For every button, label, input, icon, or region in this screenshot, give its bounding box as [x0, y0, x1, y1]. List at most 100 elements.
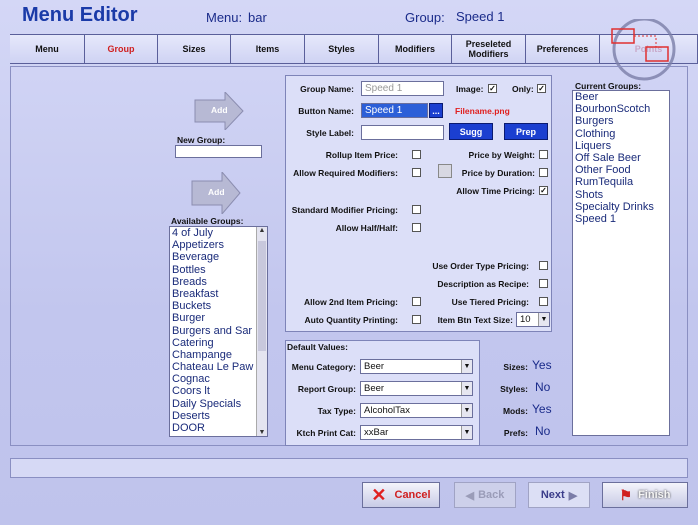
description-as-recipe-checkbox[interactable]	[539, 279, 548, 288]
available-groups-list[interactable]: 4 of July Appetizers Beverage Bottles Breads…	[169, 226, 268, 437]
tab-preseleted-modifiers[interactable]: Preseleted Modifiers	[452, 35, 526, 63]
list-item[interactable]: Burgers and Sar	[170, 325, 267, 337]
mods-value: Yes	[532, 402, 552, 416]
finish-label: Finish	[638, 489, 671, 501]
next-button[interactable]: Next ▶	[528, 482, 590, 508]
list-item[interactable]: Appetizers	[170, 239, 267, 251]
price-by-duration-label: Price by Duration:	[461, 168, 535, 178]
image-label: Image:	[456, 84, 484, 94]
menu-category-value: Beer	[364, 361, 385, 372]
item-btn-text-size-select[interactable]: 10 ▼	[516, 312, 550, 327]
sugg-button[interactable]: Sugg	[449, 123, 493, 140]
add-label-2: Add	[208, 187, 225, 197]
scroll-down-icon[interactable]: ▼	[257, 429, 267, 436]
list-item[interactable]: Burger	[170, 312, 267, 324]
chevron-down-icon: ▼	[461, 360, 472, 373]
arrow-right-icon: ▶	[568, 489, 578, 502]
scroll-up-icon[interactable]: ▲	[257, 227, 267, 234]
tab-group[interactable]: Group	[85, 35, 158, 63]
list-item[interactable]: Cognac	[170, 373, 267, 385]
button-name-input[interactable]: Speed 1	[361, 103, 428, 118]
item-btn-text-size-label: Item Btn Text Size:	[437, 315, 513, 325]
chevron-down-icon: ▼	[461, 426, 472, 439]
allow-required-modifiers-label: Allow Required Modifiers:	[293, 168, 398, 178]
prefs-label: Prefs:	[503, 428, 528, 438]
tab-menu[interactable]: Menu	[10, 35, 85, 63]
tab-styles[interactable]: Styles	[305, 35, 379, 63]
image-checkbox[interactable]: ✓	[488, 84, 497, 93]
sizes-value: Yes	[532, 358, 552, 372]
list-item[interactable]: Off Sale Beer	[573, 152, 669, 164]
description-as-recipe-label: Description as Recipe:	[437, 279, 529, 289]
add-group-button[interactable]: Add	[193, 90, 245, 135]
use-tiered-pricing-checkbox[interactable]	[539, 297, 548, 306]
price-by-duration-checkbox[interactable]	[539, 168, 548, 177]
only-checkbox[interactable]: ✓	[537, 84, 546, 93]
list-item[interactable]: DOOR	[170, 422, 267, 434]
price-by-weight-checkbox[interactable]	[539, 150, 548, 159]
prep-button[interactable]: Prep	[504, 123, 548, 140]
list-item[interactable]: Liquers	[573, 140, 669, 152]
tab-sizes[interactable]: Sizes	[158, 35, 231, 63]
tab-modifiers[interactable]: Modifiers	[379, 35, 452, 63]
kitchen-print-cat-label: Ktch Print Cat:	[296, 428, 357, 438]
next-label: Next	[540, 489, 565, 501]
report-group-select[interactable]: Beer ▼	[360, 381, 473, 396]
kitchen-print-cat-select[interactable]: xxBar ▼	[360, 425, 473, 440]
list-item[interactable]: 4 of July	[170, 227, 267, 239]
list-item[interactable]: Deserts	[170, 410, 267, 422]
list-item[interactable]: Bottles	[170, 264, 267, 276]
use-tiered-pricing-label: Use Tiered Pricing:	[451, 297, 529, 307]
available-scrollbar[interactable]: ▲ ▼	[256, 227, 267, 436]
back-button[interactable]: ◀ Back	[454, 482, 516, 508]
scroll-thumb[interactable]	[258, 241, 266, 351]
list-item[interactable]: Coors lt	[170, 385, 267, 397]
kitchen-print-cat-value: xxBar	[364, 427, 389, 438]
tab-items[interactable]: Items	[231, 35, 305, 63]
prefs-value: No	[535, 424, 551, 438]
standard-modifier-pricing-label: Standard Modifier Pricing:	[291, 205, 398, 215]
tax-type-select[interactable]: AlcoholTax ▼	[360, 403, 473, 418]
menu-category-select[interactable]: Beer ▼	[360, 359, 473, 374]
add-group-button-2[interactable]: Add	[190, 170, 242, 219]
use-order-type-pricing-checkbox[interactable]	[539, 261, 548, 270]
available-groups-label: Available Groups:	[171, 216, 244, 226]
current-groups-list[interactable]: Beer BourbonScotch Burgers Clothing Liquers O…	[572, 90, 670, 436]
allow-half-half-checkbox[interactable]	[412, 223, 421, 232]
list-item[interactable]: Buckets	[170, 300, 267, 312]
group-name-input[interactable]: Speed 1	[361, 81, 444, 96]
report-group-label: Report Group:	[297, 384, 356, 394]
browse-button[interactable]: ...	[429, 103, 443, 118]
list-item[interactable]: Shots	[573, 189, 669, 201]
list-item[interactable]: Daily Specials	[170, 398, 267, 410]
finish-button[interactable]: ⚑ Finish	[602, 482, 688, 508]
list-item[interactable]: Beverage	[170, 251, 267, 263]
tab-points[interactable]: Points	[600, 19, 698, 81]
list-item[interactable]: Champange	[170, 349, 267, 361]
list-item[interactable]: Chateau Le Paw	[170, 361, 267, 373]
status-bar	[10, 458, 688, 478]
style-label-input[interactable]	[361, 125, 444, 140]
list-item[interactable]: Catering	[170, 337, 267, 349]
list-item[interactable]: Breads	[170, 276, 267, 288]
item-btn-text-size-value: 10	[520, 314, 531, 325]
cancel-button[interactable]: ✕ Cancel	[362, 482, 440, 508]
new-group-input[interactable]	[175, 145, 262, 158]
rollup-checkbox[interactable]	[412, 150, 421, 159]
list-item[interactable]: Clothing	[573, 128, 669, 140]
list-item[interactable]: RumTequila	[573, 176, 669, 188]
list-item[interactable]: Beer	[573, 91, 669, 103]
tab-preferences[interactable]: Preferences	[526, 35, 600, 63]
group-name-label: Group Name:	[300, 84, 354, 94]
list-item[interactable]: Burgers	[573, 115, 669, 127]
allow-time-pricing-checkbox[interactable]: ✓	[539, 186, 548, 195]
tab-bar: Menu Group Sizes Items Styles Modifiers …	[10, 19, 698, 81]
list-item[interactable]: Breakfast	[170, 288, 267, 300]
allow-required-modifiers-checkbox[interactable]	[412, 168, 421, 177]
list-item[interactable]: BourbonScotch	[573, 103, 669, 115]
styles-value: No	[535, 380, 551, 394]
standard-modifier-pricing-checkbox[interactable]	[412, 205, 421, 214]
list-item[interactable]: Specialty Drinks	[573, 201, 669, 213]
list-item[interactable]: Speed 1	[573, 213, 669, 225]
list-item[interactable]: Other Food	[573, 164, 669, 176]
